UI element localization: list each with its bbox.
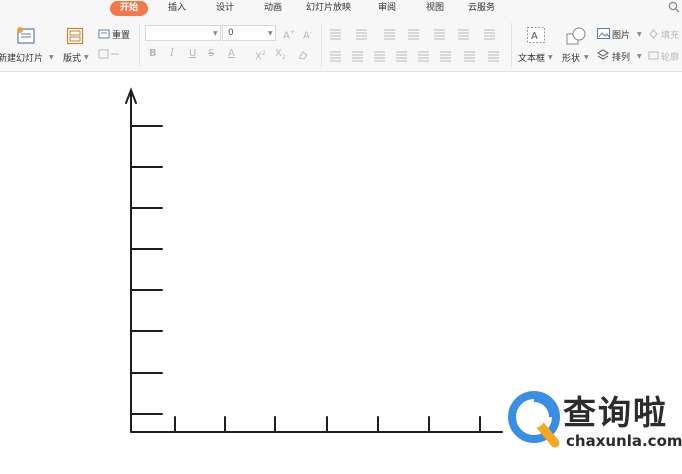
tab-design[interactable]: 设计 bbox=[216, 1, 234, 16]
ribbon-separator bbox=[511, 23, 512, 67]
tab-animation[interactable]: 动画 bbox=[264, 1, 282, 16]
search-icon[interactable] bbox=[668, 1, 680, 13]
decrease-font-icon[interactable]: A- bbox=[303, 27, 312, 42]
font-family-dropdown-icon[interactable]: ▼ bbox=[213, 30, 218, 37]
magnifier-logo-icon bbox=[508, 391, 560, 448]
outline-button[interactable]: 轮廓 bbox=[661, 50, 679, 63]
tab-home[interactable]: 开始 bbox=[110, 1, 149, 16]
line-spacing-icon[interactable] bbox=[484, 29, 495, 40]
layout-button[interactable]: 版式 bbox=[63, 51, 81, 64]
ribbon-tab-bar: 开始 插入 设计 动画 幻灯片放映 审阅 视图 云服务 bbox=[0, 0, 682, 17]
distribute-icon[interactable] bbox=[418, 51, 429, 62]
italic-icon[interactable]: I bbox=[170, 48, 174, 60]
superscript-icon[interactable]: X2 bbox=[255, 48, 266, 63]
font-color-icon[interactable]: A bbox=[228, 48, 235, 60]
outline-icon[interactable] bbox=[648, 50, 659, 61]
ribbon-separator bbox=[139, 23, 140, 67]
layout-dropdown-icon[interactable]: ▼ bbox=[84, 54, 89, 61]
vertical-align-icon[interactable] bbox=[440, 51, 451, 62]
tab-cloud[interactable]: 云服务 bbox=[468, 1, 495, 16]
reset-icon[interactable] bbox=[98, 28, 110, 40]
decrease-indent-icon[interactable] bbox=[384, 29, 395, 40]
underline-icon[interactable]: U bbox=[189, 48, 196, 60]
smartart-icon[interactable] bbox=[488, 51, 499, 62]
text-direction-icon[interactable] bbox=[458, 29, 469, 40]
text-box-icon[interactable]: A bbox=[526, 26, 546, 44]
fill-icon[interactable] bbox=[648, 28, 659, 39]
column-icon[interactable] bbox=[434, 29, 445, 40]
justify-icon[interactable] bbox=[396, 51, 407, 62]
text-box-button[interactable]: 文本框 bbox=[518, 51, 545, 64]
section-icon[interactable] bbox=[98, 49, 120, 59]
font-family-select[interactable] bbox=[145, 25, 221, 41]
increase-indent-icon[interactable] bbox=[408, 29, 419, 40]
new-slide-icon[interactable] bbox=[16, 27, 36, 45]
reset-button[interactable]: 重置 bbox=[112, 28, 130, 41]
shape-button[interactable]: 形状 bbox=[562, 51, 580, 64]
tab-slideshow[interactable]: 幻灯片放映 bbox=[306, 1, 351, 16]
paragraph-tools[interactable] bbox=[326, 25, 506, 65]
ribbon-toolbar: 新建幻灯片 ▼ 版式 ▼ 重置 ▼ 0 ▼ A+ A- B I U S A X2… bbox=[0, 17, 682, 72]
align-center-icon[interactable] bbox=[352, 51, 363, 62]
text-box-dropdown-icon[interactable]: ▼ bbox=[548, 54, 553, 61]
watermark-url: chaxunla.com bbox=[566, 432, 682, 450]
arrange-button[interactable]: 排列 bbox=[612, 50, 630, 63]
align-right-icon[interactable] bbox=[374, 51, 385, 62]
layout-icon[interactable] bbox=[66, 27, 84, 45]
numbered-list-icon[interactable] bbox=[356, 29, 367, 40]
fill-button[interactable]: 填充 bbox=[661, 28, 679, 41]
site-watermark: 查询啦 chaxunla.com bbox=[505, 388, 682, 458]
ribbon-separator bbox=[321, 23, 322, 67]
bold-icon[interactable]: B bbox=[149, 48, 157, 60]
subscript-icon[interactable]: X2 bbox=[275, 48, 286, 64]
arrange-icon[interactable] bbox=[597, 49, 609, 61]
arrange-dropdown-icon[interactable]: ▼ bbox=[637, 53, 642, 60]
shape-icon[interactable] bbox=[565, 26, 587, 46]
clear-format-icon[interactable] bbox=[297, 49, 309, 61]
picture-icon[interactable] bbox=[597, 28, 610, 39]
new-slide-button[interactable]: 新建幻灯片 bbox=[0, 51, 43, 64]
shape-dropdown-icon[interactable]: ▼ bbox=[584, 54, 589, 61]
increase-font-icon[interactable]: A+ bbox=[283, 27, 295, 42]
font-size-dropdown-icon[interactable]: ▼ bbox=[268, 30, 273, 37]
align-left-icon[interactable] bbox=[330, 51, 341, 62]
tab-insert[interactable]: 插入 bbox=[168, 1, 186, 16]
strikethrough-icon[interactable]: S bbox=[208, 48, 214, 60]
watermark-title: 查询啦 bbox=[563, 393, 668, 432]
tab-view[interactable]: 视图 bbox=[426, 1, 444, 16]
bullet-list-icon[interactable] bbox=[330, 29, 341, 40]
new-slide-dropdown-icon[interactable]: ▼ bbox=[49, 54, 54, 61]
axes-group bbox=[125, 87, 503, 433]
tab-review[interactable]: 审阅 bbox=[378, 1, 396, 16]
picture-button[interactable]: 图片 bbox=[612, 28, 630, 41]
svg-text:A: A bbox=[531, 31, 538, 42]
picture-dropdown-icon[interactable]: ▼ bbox=[637, 31, 642, 38]
char-spacing-icon[interactable] bbox=[464, 51, 475, 62]
